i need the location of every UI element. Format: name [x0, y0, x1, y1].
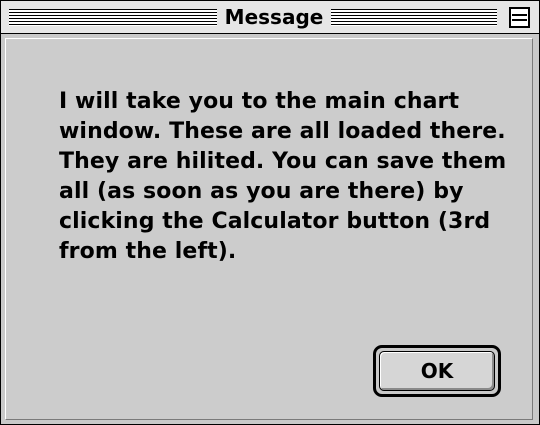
title-bar-stripes-right: [331, 9, 497, 26]
ok-button[interactable]: OK: [379, 351, 495, 391]
title-bar-stripes-left: [9, 9, 217, 26]
title-bar[interactable]: Message: [1, 1, 539, 34]
message-text: I will take you to the main chart window…: [59, 89, 507, 264]
window-title: Message: [217, 5, 331, 29]
collapse-box-icon[interactable]: [509, 7, 530, 28]
ok-button-default-ring: OK: [373, 345, 501, 397]
collapse-box-bar-top: [512, 14, 527, 16]
message-dialog: Message I will take you to the main char…: [0, 0, 540, 425]
collapse-box-bar-bottom: [512, 19, 527, 21]
